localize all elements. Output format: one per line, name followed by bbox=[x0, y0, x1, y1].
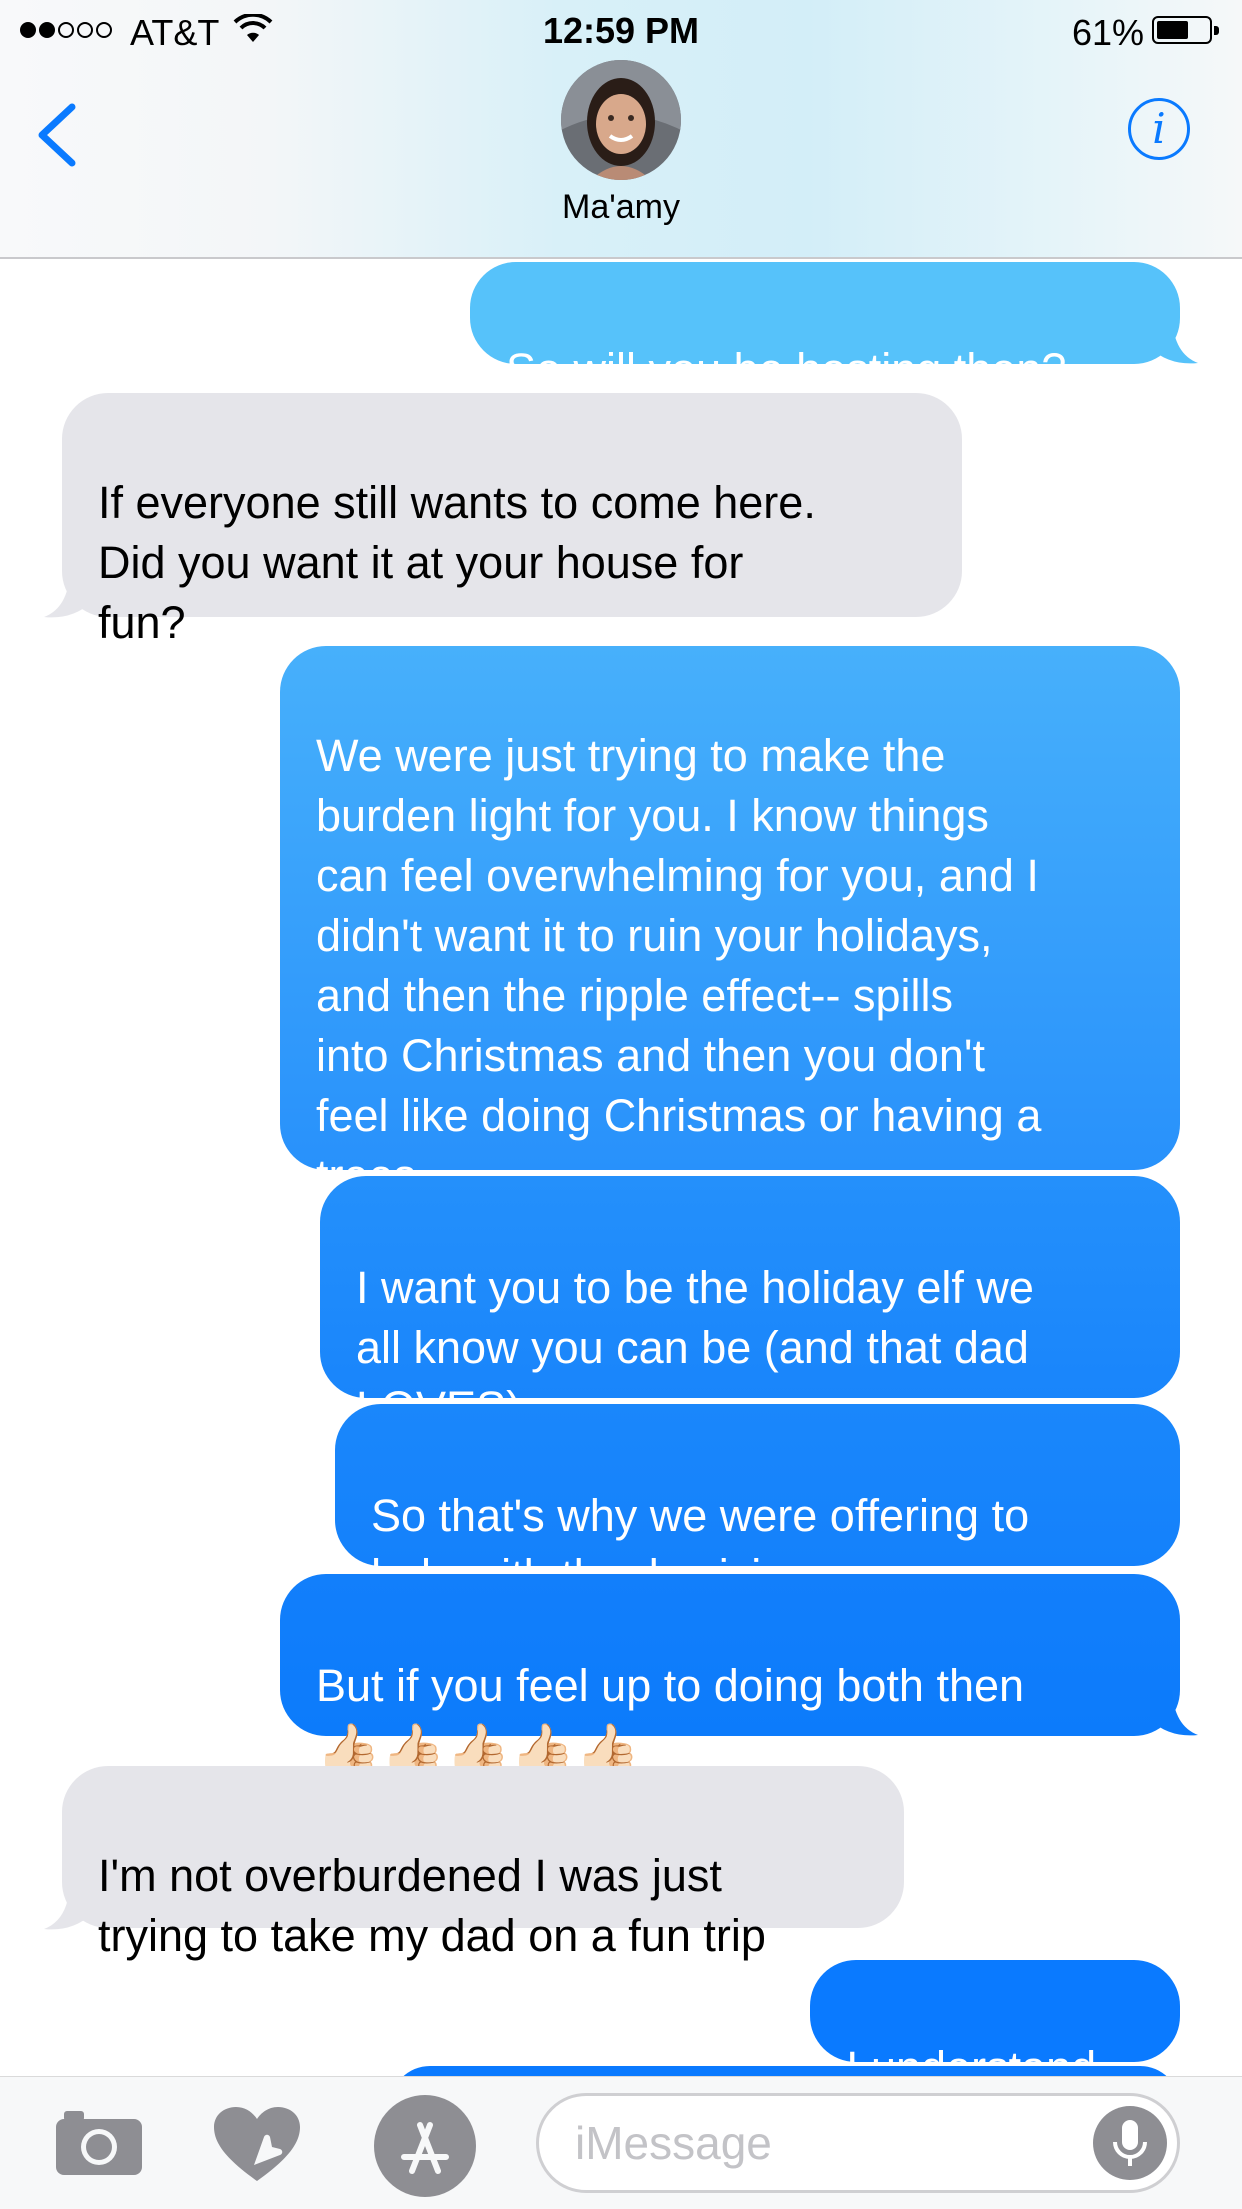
message-text: But if you feel up to doing both then bbox=[316, 1660, 1025, 1711]
outgoing-message-bubble[interactable]: But if you feel up to doing both then 👍🏻… bbox=[280, 1574, 1180, 1780]
message-input-placeholder: iMessage bbox=[575, 2117, 772, 2169]
battery-percentage: 61% bbox=[1072, 12, 1145, 53]
incoming-message-bubble[interactable]: If everyone still wants to come here. Di… bbox=[62, 393, 962, 648]
digital-touch-icon[interactable] bbox=[214, 2107, 300, 2183]
camera-icon[interactable] bbox=[56, 2107, 142, 2175]
outgoing-message-bubble[interactable]: I understand bbox=[810, 1960, 1180, 2093]
outgoing-message-bubble[interactable]: We were just trying to make the burden l… bbox=[280, 646, 1180, 1201]
message-text: If everyone still wants to come here. Di… bbox=[98, 477, 816, 648]
battery-icon bbox=[1152, 16, 1219, 44]
message-text: So will you be hosting then? bbox=[506, 344, 1067, 395]
message-text: I'm not overburdened I was just trying t… bbox=[98, 1850, 766, 1961]
bubble-tail bbox=[1150, 1690, 1198, 1736]
microphone-icon bbox=[1113, 2120, 1147, 2166]
info-icon[interactable]: i bbox=[1128, 98, 1190, 160]
contact-name[interactable]: Ma'amy bbox=[0, 188, 1242, 227]
conversation-header: AT&T 12:59 PM 61% Ma'amy i bbox=[0, 0, 1242, 259]
outgoing-message-bubble[interactable]: I want you to be the holiday elf we all … bbox=[320, 1176, 1180, 1433]
outgoing-message-bubble[interactable]: So will you be hosting then? bbox=[470, 262, 1180, 395]
clock: 12:59 PM bbox=[542, 10, 700, 51]
compose-bar: iMessage bbox=[0, 2076, 1242, 2209]
avatar-photo bbox=[561, 60, 681, 180]
microphone-button[interactable] bbox=[1093, 2106, 1167, 2180]
bubble-tail bbox=[44, 572, 92, 618]
message-input[interactable]: iMessage bbox=[536, 2093, 1180, 2193]
back-chevron-icon[interactable] bbox=[30, 95, 90, 175]
incoming-message-bubble[interactable]: I'm not overburdened I was just trying t… bbox=[62, 1766, 904, 1961]
bubble-tail bbox=[1150, 318, 1198, 364]
status-bar: AT&T 12:59 PM 61% bbox=[0, 0, 1242, 60]
app-store-icon[interactable] bbox=[374, 2095, 476, 2197]
bubble-tail bbox=[44, 1884, 92, 1930]
outgoing-message-bubble[interactable]: So that's why we were offering to help w… bbox=[335, 1404, 1180, 1601]
message-text: We were just trying to make the burden l… bbox=[316, 730, 1042, 1201]
contact-avatar[interactable] bbox=[561, 60, 681, 180]
